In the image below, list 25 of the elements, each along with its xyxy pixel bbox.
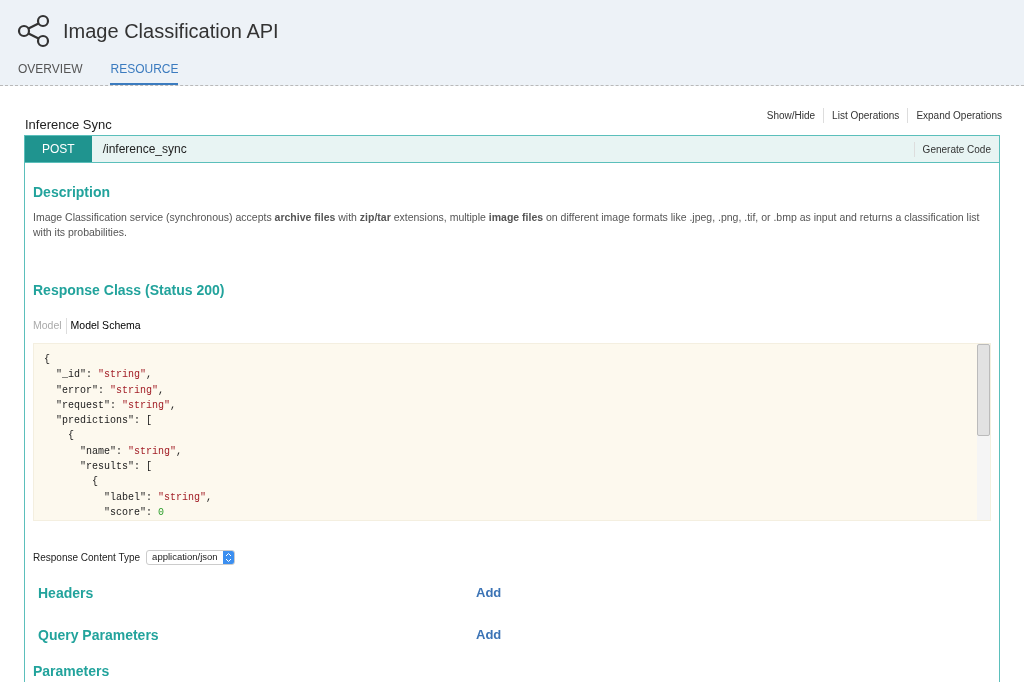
share-icon [17, 14, 51, 48]
section-heading: Description [33, 183, 111, 203]
schema-code: { "_id": "string", "error": "string", "request": "string", "predictions": [ { "name": "string", "results": [ { "label": "string", "score": 0 [43, 353, 214, 520]
section-heading: Parameters [33, 662, 111, 681]
stepper-icon [222, 551, 234, 564]
resource-title: Inference Sync [25, 116, 112, 134]
endpoint-path: /inference_sync [102, 141, 188, 159]
page-title: Image Classification API [63, 19, 279, 44]
description-text: Image Classification service (synchronous) accepts archive files with zip/tar extensions, multiple image files on different image formats like .jpeg, .png, .tif, or .bmp as input and returns a classification list with its probabilities. [33, 210, 981, 241]
resource-action-link[interactable]: Show/Hide [758, 108, 824, 123]
add-link[interactable]: Add [476, 583, 502, 603]
model-tab[interactable]: Model Schema [65, 318, 141, 334]
resource-action-link[interactable]: List Operations [823, 108, 908, 123]
section-heading: Response Class (Status 200) [33, 281, 226, 301]
content-type-select[interactable]: application/json [146, 550, 235, 565]
nav-tab[interactable]: RESOURCE [110, 60, 179, 85]
content-type-label: Response Content Type [33, 551, 141, 565]
section-heading: Query Parameters [38, 625, 160, 645]
method-badge: POST [25, 136, 92, 163]
generate-code-button[interactable]: Generate Code [913, 141, 999, 157]
scrollbar[interactable] [977, 344, 990, 520]
section-heading: Headers [38, 583, 95, 603]
add-link[interactable]: Add [476, 625, 502, 645]
nav-tab[interactable]: OVERVIEW [18, 60, 83, 85]
resource-action-link[interactable]: Expand Operations [907, 108, 1010, 123]
